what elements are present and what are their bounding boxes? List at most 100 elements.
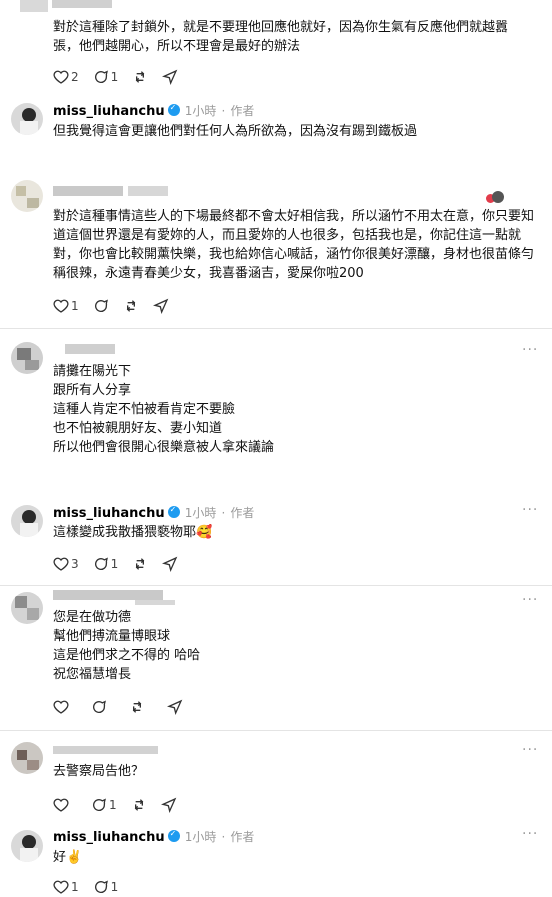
blurred-username (65, 344, 115, 354)
share-button[interactable] (167, 699, 183, 715)
mini-avatars (486, 188, 504, 207)
author-badge: 作者 (230, 506, 255, 520)
repost-icon (136, 558, 145, 570)
blurred-username (128, 186, 168, 196)
blurred-username (53, 590, 163, 600)
comment-text: 但我覺得這會更讓他們對任何人為所欲為，因為沒有踢到鐵板過 (53, 124, 418, 139)
repost-icon (126, 300, 135, 312)
timestamp: 1小時 (184, 830, 217, 844)
blurred-username (20, 0, 48, 12)
repost-button[interactable] (129, 699, 145, 715)
blurred-username (52, 0, 112, 8)
separator: · (221, 506, 226, 520)
heart-icon (53, 299, 69, 313)
share-icon (162, 556, 178, 572)
comment-icon (94, 70, 108, 83)
author-name[interactable]: miss_liuhanchu (53, 506, 165, 521)
avatar[interactable] (11, 830, 43, 862)
like-button[interactable]: 3 (53, 556, 79, 572)
heart-icon (53, 880, 69, 894)
reply-header: miss_liuhanchu 1小時 · 作者 (53, 100, 254, 119)
repost-button[interactable] (132, 556, 148, 572)
avatar[interactable] (11, 180, 43, 212)
share-button[interactable] (162, 69, 178, 85)
thread-divider (0, 730, 552, 731)
reply-button[interactable] (93, 298, 109, 314)
heart-icon (53, 557, 69, 571)
repost-button[interactable] (131, 797, 147, 813)
avatar[interactable] (11, 742, 43, 774)
like-button[interactable] (53, 797, 69, 813)
separator: · (221, 104, 226, 118)
repost-icon (136, 71, 145, 83)
comment-text: 請攤在陽光下 跟所有人分享 這種人肯定不怕被看肯定不要臉 也不怕被親朋好友、妻小… (53, 364, 275, 455)
comment-text: 對於這種事情這些人的下場最終都不會太好相信我，所以涵竹不用太在意，你只要知道這個… (53, 209, 535, 281)
reply-button[interactable]: 1 (93, 556, 119, 572)
share-icon (162, 69, 178, 85)
more-icon[interactable]: ··· (522, 502, 538, 518)
timestamp: 1小時 (184, 104, 217, 118)
separator: · (221, 830, 226, 844)
comment-icon (93, 798, 106, 811)
action-bar: 1 (53, 795, 191, 815)
blurred-username (135, 600, 175, 605)
author-badge: 作者 (230, 104, 255, 118)
like-count: 1 (71, 299, 79, 313)
author-name[interactable]: miss_liuhanchu (53, 830, 165, 845)
reply-count: 1 (109, 798, 117, 812)
reply-button[interactable]: 1 (93, 69, 118, 85)
more-icon[interactable]: ··· (522, 742, 538, 758)
like-count: 3 (71, 557, 79, 571)
like-count: 2 (71, 70, 79, 84)
reply-count: 1 (110, 557, 119, 571)
verified-icon (167, 103, 180, 116)
like-button[interactable] (53, 699, 69, 715)
share-button[interactable] (162, 556, 178, 572)
repost-button[interactable] (123, 298, 139, 314)
more-icon[interactable]: ··· (522, 342, 538, 358)
more-icon[interactable]: ··· (522, 592, 538, 608)
share-icon (160, 797, 176, 813)
comment-text: 對於這種除了封鎖外，就是不要理他回應他就好，因為你生氣有反應他們就越囂張，他們越… (53, 20, 509, 54)
thread-divider (0, 328, 552, 329)
avatar[interactable] (11, 592, 43, 624)
blurred-username (53, 746, 158, 754)
share-button[interactable] (160, 797, 177, 813)
action-bar: 1 1 (53, 877, 132, 897)
thread-divider (0, 585, 552, 586)
blurred-username (53, 186, 123, 196)
repost-button[interactable] (132, 69, 148, 85)
reply-button[interactable]: 1 (93, 879, 119, 895)
action-bar: 1 (53, 296, 183, 316)
reply-count: 1 (110, 880, 119, 894)
heart-icon (53, 798, 69, 812)
reply-button[interactable]: 1 (91, 797, 117, 813)
share-icon (152, 298, 168, 314)
avatar[interactable] (11, 342, 43, 374)
comment-text: 去警察局告他？ (53, 764, 145, 779)
avatar[interactable] (11, 103, 43, 135)
avatar[interactable] (11, 505, 43, 537)
more-icon[interactable]: ··· (522, 826, 538, 842)
like-button[interactable]: 1 (53, 879, 79, 895)
author-badge: 作者 (230, 830, 255, 844)
comment-icon (94, 880, 108, 893)
comment-icon (94, 299, 108, 312)
comment-text: 您是在做功德 幫他們搏流量博眼球 這是他們求之不得的 哈哈 祝您福慧增長 (53, 610, 201, 682)
repost-icon (134, 799, 143, 811)
reply-button[interactable] (91, 699, 107, 715)
comment-icon (94, 557, 108, 570)
heart-icon (53, 70, 69, 84)
comment-text: 好✌️ (53, 850, 83, 865)
verified-icon (167, 829, 180, 842)
action-bar: 2 1 (53, 67, 192, 87)
like-button[interactable]: 2 (53, 69, 79, 85)
reply-header: miss_liuhanchu 1小時 · 作者 (53, 826, 254, 845)
heart-icon (53, 700, 69, 714)
like-count: 1 (71, 880, 79, 894)
reply-header: miss_liuhanchu 1小時 · 作者 (53, 502, 254, 521)
like-button[interactable]: 1 (53, 298, 79, 314)
author-name[interactable]: miss_liuhanchu (53, 104, 165, 119)
share-button[interactable] (152, 298, 169, 314)
action-bar: 3 1 (53, 554, 192, 574)
